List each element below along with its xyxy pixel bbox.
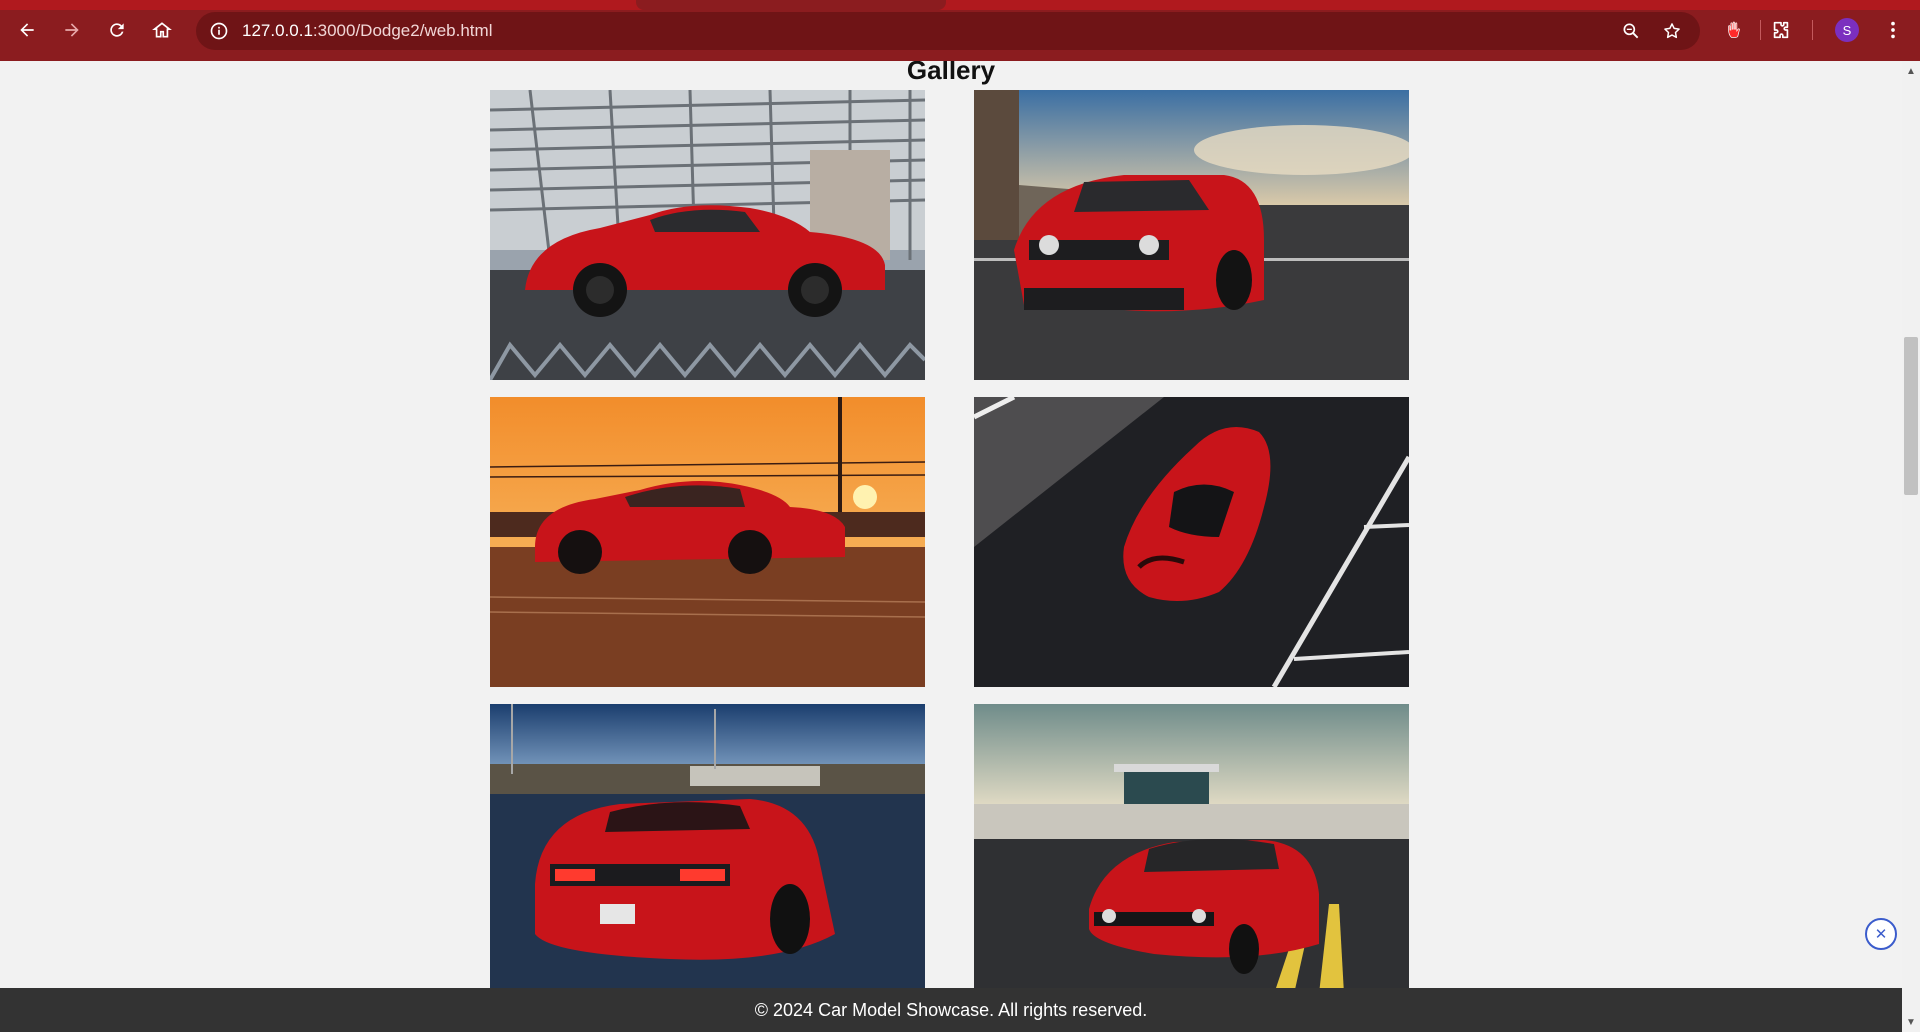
reload-icon: [110, 23, 124, 37]
gallery-image-4[interactable]: [974, 397, 1409, 687]
site-info-icon[interactable]: [204, 16, 234, 46]
zoom-icon[interactable]: [1616, 16, 1646, 46]
extensions-puzzle-icon[interactable]: [1764, 13, 1798, 47]
browser-toolbar: 127.0.0.1:3000/Dodge2/web.html S: [0, 0, 1920, 61]
forward-arrow-icon: [65, 23, 79, 37]
home-button[interactable]: [145, 13, 179, 47]
url-host: 127.0.0.1: [242, 21, 313, 40]
url-path: :3000/Dodge2/web.html: [312, 21, 493, 40]
active-tab[interactable]: [636, 0, 946, 10]
toolbar-separator: [1812, 20, 1813, 40]
gallery-image-5[interactable]: [490, 704, 925, 988]
page-footer: © 2024 Car Model Showcase. All rights re…: [0, 988, 1902, 1032]
gallery-image-6[interactable]: [974, 704, 1409, 988]
tab-strip: [0, 0, 1920, 10]
menu-kebab-icon[interactable]: [1876, 13, 1910, 47]
scrollbar-thumb[interactable]: [1904, 337, 1918, 495]
profile-avatar[interactable]: S: [1835, 18, 1859, 42]
scroll-down-arrow-icon[interactable]: ▼: [1902, 1014, 1920, 1030]
back-arrow-icon: [20, 23, 34, 37]
back-button[interactable]: [10, 13, 44, 47]
gallery-image-2[interactable]: [974, 90, 1409, 380]
page-scrollbar[interactable]: ▲ ▼: [1902, 61, 1920, 1032]
address-bar[interactable]: 127.0.0.1:3000/Dodge2/web.html: [196, 12, 1700, 50]
gallery-image-3[interactable]: [490, 397, 925, 687]
extension-hand-icon[interactable]: [1718, 13, 1752, 47]
gallery-image-1[interactable]: [490, 90, 925, 380]
url-text: 127.0.0.1:3000/Dodge2/web.html: [242, 21, 492, 41]
reload-button[interactable]: [100, 13, 134, 47]
scroll-up-arrow-icon[interactable]: ▲: [1902, 63, 1920, 79]
page-viewport: Gallery: [0, 61, 1902, 988]
forward-button[interactable]: [55, 13, 89, 47]
floating-helper-icon[interactable]: ✕: [1865, 918, 1897, 950]
bookmark-star-icon[interactable]: [1657, 16, 1687, 46]
gallery-heading: Gallery: [906, 61, 996, 85]
toolbar-separator: [1760, 20, 1761, 40]
home-icon: [152, 22, 172, 38]
